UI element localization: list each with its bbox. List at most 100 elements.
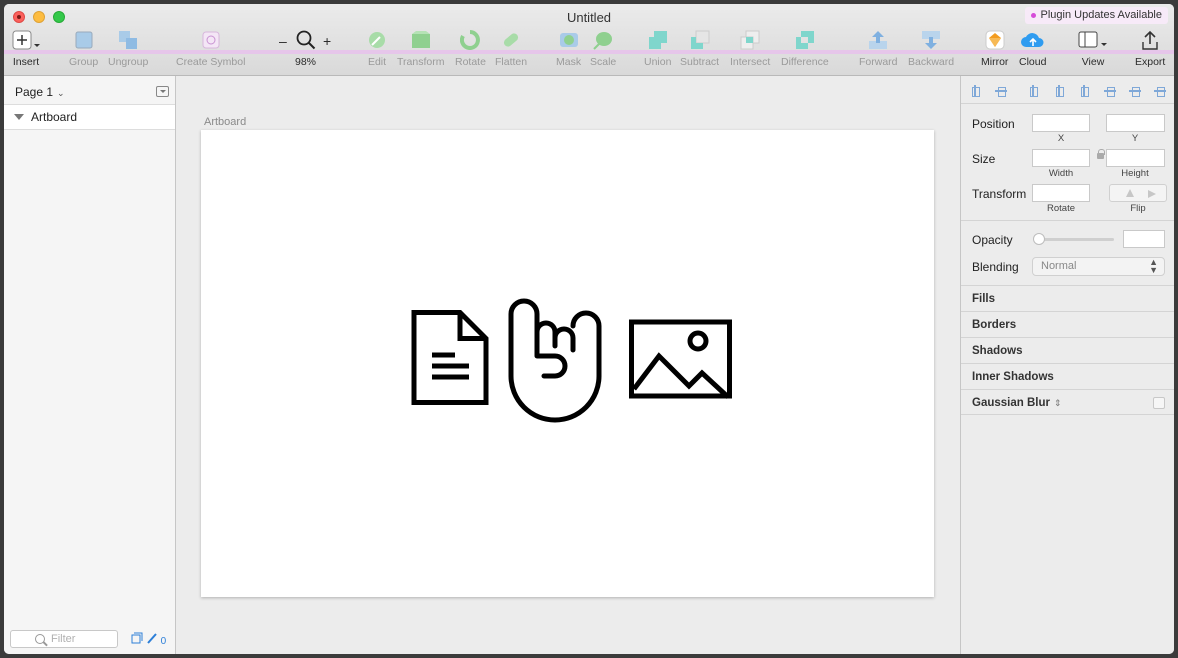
borders-section[interactable]: Borders bbox=[961, 311, 1174, 337]
intersect-label: Intersect bbox=[730, 56, 771, 68]
opacity-slider-track[interactable] bbox=[1038, 238, 1114, 241]
ungroup-icon bbox=[119, 31, 138, 49]
plugin-updates-badge[interactable]: Plugin Updates Available bbox=[1024, 7, 1168, 24]
rotate-icon bbox=[460, 30, 481, 50]
artboard[interactable] bbox=[201, 130, 934, 597]
blending-select[interactable]: Normal ▲ ▼ bbox=[1032, 257, 1165, 276]
align-bottom-icon[interactable] bbox=[1154, 85, 1166, 97]
backward-button[interactable]: Backward bbox=[908, 30, 954, 68]
fills-section[interactable]: Fills bbox=[961, 285, 1174, 311]
divider bbox=[961, 220, 1174, 221]
create-symbol-button[interactable]: Create Symbol bbox=[176, 30, 245, 68]
union-icon bbox=[648, 31, 667, 49]
fills-label: Fills bbox=[972, 293, 996, 305]
union-label: Union bbox=[644, 56, 672, 68]
slice-count: 0 bbox=[160, 636, 167, 647]
distribute-vertical-icon[interactable] bbox=[995, 85, 1007, 97]
artboard-title[interactable]: Artboard bbox=[204, 116, 246, 128]
align-left-icon[interactable] bbox=[1027, 85, 1039, 97]
blur-type-stepper-icon[interactable]: ⇕ bbox=[1054, 398, 1062, 408]
opacity-label: Opacity bbox=[972, 233, 1013, 247]
rotate-field[interactable] bbox=[1032, 184, 1090, 202]
zoom-control[interactable]: 98% bbox=[295, 30, 316, 68]
create-symbol-label: Create Symbol bbox=[176, 56, 246, 68]
cloud-button[interactable]: Cloud bbox=[1019, 30, 1046, 68]
intersect-button[interactable]: Intersect bbox=[730, 30, 770, 68]
forward-button[interactable]: Forward bbox=[859, 30, 898, 68]
flip-buttons[interactable] bbox=[1109, 184, 1167, 202]
stepper-icon: ▲ ▼ bbox=[1149, 257, 1158, 275]
plus-icon bbox=[12, 30, 40, 50]
width-field[interactable] bbox=[1032, 149, 1090, 167]
bring-forward-icon bbox=[869, 31, 888, 49]
align-middle-icon[interactable] bbox=[1129, 85, 1141, 97]
distribute-horizontal-icon[interactable] bbox=[969, 85, 981, 97]
transform-button[interactable]: Transform bbox=[397, 30, 444, 68]
transform-icon bbox=[411, 31, 430, 48]
union-button[interactable]: Union bbox=[644, 30, 671, 68]
filter-options[interactable]: 0 bbox=[131, 632, 166, 647]
view-button[interactable]: View bbox=[1078, 30, 1108, 68]
group-button[interactable]: Group bbox=[69, 30, 98, 68]
difference-button[interactable]: Difference bbox=[781, 30, 829, 68]
scale-button[interactable]: Scale bbox=[590, 30, 616, 68]
x-caption: X bbox=[1057, 133, 1065, 144]
inner-shadows-section[interactable]: Inner Shadows bbox=[961, 363, 1174, 389]
gaussian-blur-section[interactable]: Gaussian Blur ⇕ bbox=[961, 389, 1174, 415]
difference-label: Difference bbox=[781, 56, 829, 68]
mirror-label: Mirror bbox=[981, 56, 1009, 68]
cloud-icon bbox=[1020, 33, 1044, 47]
mask-button[interactable]: Mask bbox=[556, 30, 581, 68]
export-button[interactable]: Export bbox=[1135, 30, 1165, 68]
edit-button[interactable]: Edit bbox=[367, 30, 387, 68]
align-right-icon[interactable] bbox=[1078, 85, 1090, 97]
symbol-icon bbox=[202, 31, 220, 49]
shadows-section[interactable]: Shadows bbox=[961, 337, 1174, 363]
page-selector[interactable]: Page 1 ⌄ bbox=[15, 85, 65, 99]
filter-placeholder: Filter bbox=[51, 633, 76, 645]
blending-value: Normal bbox=[1041, 260, 1077, 272]
x-field[interactable] bbox=[1032, 114, 1090, 132]
lock-icon[interactable] bbox=[1097, 149, 1105, 159]
flip-caption: Flip bbox=[1130, 203, 1146, 214]
symbols-filter-icon[interactable] bbox=[131, 632, 143, 644]
insert-button[interactable]: Insert bbox=[12, 30, 40, 68]
subtract-button[interactable]: Subtract bbox=[680, 30, 719, 68]
group-label: Group bbox=[69, 56, 99, 68]
flatten-icon bbox=[503, 33, 519, 47]
page-name: Page 1 bbox=[15, 85, 54, 99]
disclosure-triangle-icon[interactable] bbox=[14, 114, 24, 120]
height-field[interactable] bbox=[1106, 149, 1165, 167]
zoom-in-button[interactable]: + bbox=[323, 33, 331, 49]
mirror-button[interactable]: Mirror bbox=[981, 30, 1008, 68]
opacity-field[interactable] bbox=[1123, 230, 1165, 248]
insert-label: Insert bbox=[12, 56, 40, 68]
canvas[interactable]: Artboard bbox=[177, 76, 960, 654]
alignment-toolbar bbox=[961, 76, 1174, 104]
ungroup-button[interactable]: Ungroup bbox=[108, 30, 148, 68]
image-icon[interactable] bbox=[629, 319, 733, 399]
zoom-out-button[interactable]: – bbox=[279, 33, 287, 49]
rotate-label: Rotate bbox=[455, 56, 486, 68]
document-icon[interactable] bbox=[411, 310, 491, 405]
mirror-icon bbox=[985, 30, 1005, 50]
flatten-button[interactable]: Flatten bbox=[495, 30, 527, 68]
rotate-button[interactable]: Rotate bbox=[455, 30, 486, 68]
gaussian-blur-checkbox[interactable] bbox=[1153, 397, 1165, 409]
layer-row-artboard[interactable]: Artboard bbox=[4, 104, 175, 130]
backward-label: Backward bbox=[908, 56, 955, 68]
slice-filter-icon[interactable] bbox=[146, 632, 158, 644]
align-top-icon[interactable] bbox=[1104, 85, 1116, 97]
y-field[interactable] bbox=[1106, 114, 1165, 132]
layer-filter-input[interactable]: Filter bbox=[10, 630, 118, 648]
difference-icon bbox=[795, 31, 814, 49]
export-label: Export bbox=[1135, 56, 1166, 68]
intersect-icon bbox=[740, 30, 760, 50]
align-center-icon[interactable] bbox=[1053, 85, 1065, 97]
layer-label: Artboard bbox=[31, 110, 78, 124]
mask-icon bbox=[559, 33, 578, 47]
rock-hand-icon[interactable] bbox=[506, 296, 612, 424]
opacity-slider-knob[interactable] bbox=[1033, 233, 1045, 245]
collapse-pages-icon[interactable] bbox=[156, 86, 169, 97]
magnifier-icon bbox=[296, 30, 315, 50]
